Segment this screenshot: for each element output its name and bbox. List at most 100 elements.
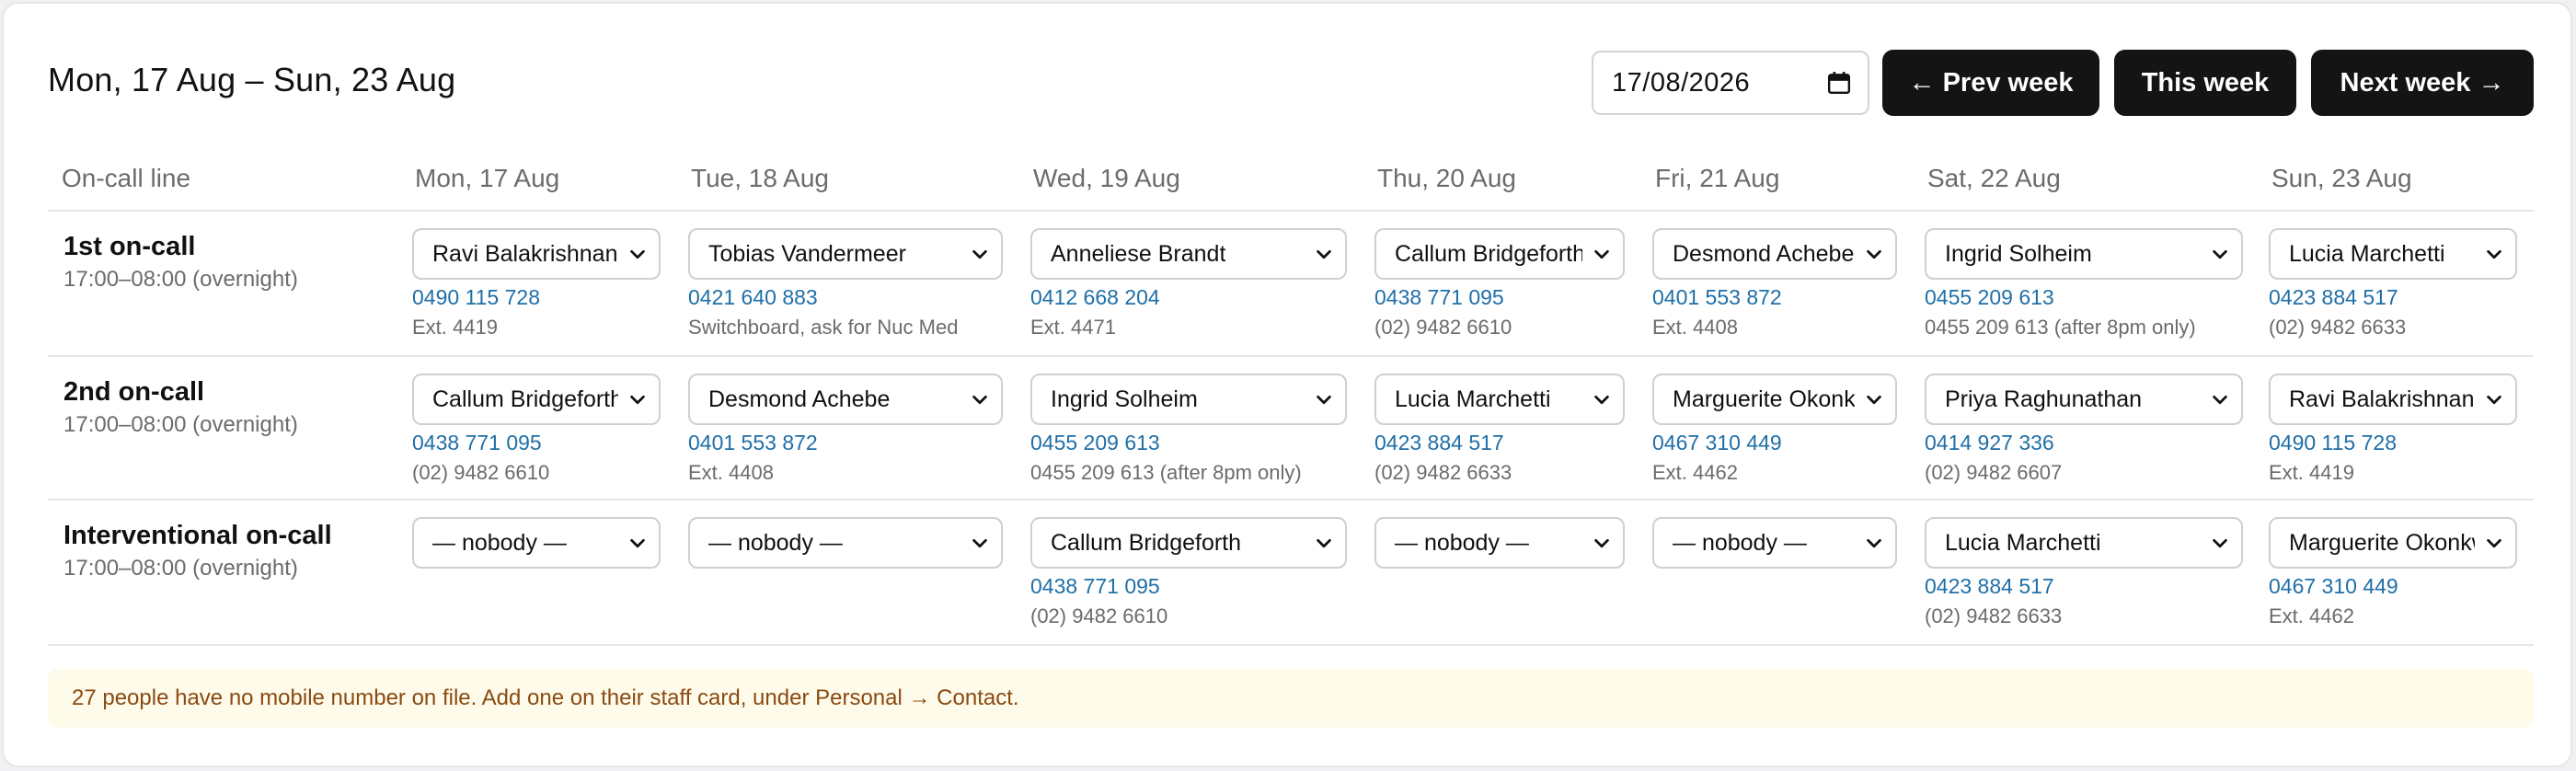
- assignee-contact-note: Ext. 4462: [1652, 461, 1738, 484]
- column-header-day: Wed, 19 Aug: [1033, 164, 1180, 192]
- assignee-select[interactable]: Tobias Vandermeer: [688, 228, 1003, 280]
- assignee-select[interactable]: Marguerite Okonkwo: [2269, 517, 2517, 569]
- assignee-mobile-link[interactable]: 0490 115 728: [412, 285, 540, 310]
- assignee-mobile-link[interactable]: 0414 927 336: [1925, 431, 2054, 455]
- week-range-title: Mon, 17 Aug – Sun, 23 Aug: [48, 61, 456, 98]
- assignee-mobile-link[interactable]: 0423 884 517: [1374, 431, 1504, 455]
- assignee-mobile-link[interactable]: 0438 771 095: [1374, 285, 1504, 310]
- assignee-select[interactable]: Lucia Marchetti: [2269, 228, 2517, 280]
- assignee-selected-value: Callum Bridgeforth: [1395, 240, 1582, 267]
- chevron-down-icon: [972, 249, 987, 259]
- assignee-mobile-link[interactable]: 0438 771 095: [1030, 574, 1160, 599]
- assignee-select[interactable]: Ingrid Solheim: [1925, 228, 2243, 280]
- divider: [48, 355, 2534, 357]
- assignee-select[interactable]: Ravi Balakrishnan: [2269, 374, 2517, 425]
- assignee-contact-note: (02) 9482 6633: [2269, 316, 2407, 339]
- assignee-selected-value: Anneliese Brandt: [1051, 240, 1226, 267]
- chevron-down-icon: [630, 395, 645, 405]
- assignee-selected-value: Lucia Marchetti: [1945, 529, 2101, 556]
- assignee-selected-value: Marguerite Okonkwo: [2289, 529, 2475, 556]
- chevron-down-icon: [1317, 538, 1331, 548]
- assignee-selected-value: Ingrid Solheim: [1051, 386, 1198, 412]
- assignee-select[interactable]: Callum Bridgeforth: [412, 374, 661, 425]
- roster-card: Mon, 17 Aug – Sun, 23 Aug 17/08/2026 ← P…: [2, 2, 2572, 767]
- assignee-selected-value: — nobody —: [432, 529, 567, 556]
- assignee-select[interactable]: — nobody —: [1374, 517, 1625, 569]
- assignee-select[interactable]: Callum Bridgeforth: [1374, 228, 1625, 280]
- assignee-mobile-link[interactable]: 0455 209 613: [1925, 285, 2054, 310]
- assignee-select[interactable]: — nobody —: [688, 517, 1003, 569]
- assignee-select[interactable]: Lucia Marchetti: [1925, 517, 2243, 569]
- assignee-select[interactable]: Lucia Marchetti: [1374, 374, 1625, 425]
- on-call-line-name: 1st on-call: [63, 232, 196, 261]
- prev-week-button[interactable]: ← Prev week: [1882, 50, 2099, 116]
- chevron-down-icon: [1867, 538, 1881, 548]
- assignee-mobile-link[interactable]: 0421 640 883: [688, 285, 818, 310]
- assignee-select[interactable]: — nobody —: [412, 517, 661, 569]
- assignee-contact-note: (02) 9482 6633: [1925, 604, 2063, 627]
- assignee-select[interactable]: Desmond Achebe: [1652, 228, 1897, 280]
- assignee-selected-value: Lucia Marchetti: [2289, 240, 2445, 267]
- chevron-down-icon: [972, 538, 987, 548]
- assignee-selected-value: Marguerite Okonkwo: [1673, 386, 1855, 412]
- assignee-select[interactable]: Desmond Achebe: [688, 374, 1003, 425]
- assignee-select[interactable]: Priya Raghunathan: [1925, 374, 2243, 425]
- chevron-down-icon: [1317, 395, 1331, 405]
- assignee-contact-note: Ext. 4408: [688, 461, 774, 484]
- this-week-button[interactable]: This week: [2114, 50, 2296, 116]
- next-week-button[interactable]: Next week →: [2311, 50, 2534, 116]
- assignee-selected-value: Callum Bridgeforth: [1051, 529, 1242, 556]
- assignee-select[interactable]: Ingrid Solheim: [1030, 374, 1347, 425]
- assignee-contact-note: Ext. 4419: [2269, 461, 2354, 484]
- column-header-day: Tue, 18 Aug: [691, 164, 829, 192]
- assignee-mobile-link[interactable]: 0401 553 872: [688, 431, 818, 455]
- assignee-mobile-link[interactable]: 0490 115 728: [2269, 431, 2397, 455]
- assignee-contact-note: (02) 9482 6607: [1925, 461, 2063, 484]
- assignee-mobile-link[interactable]: 0401 553 872: [1652, 285, 1782, 310]
- assignee-select[interactable]: Anneliese Brandt: [1030, 228, 1347, 280]
- assignee-contact-note: (02) 9482 6610: [1030, 604, 1168, 627]
- column-header-day: Mon, 17 Aug: [415, 164, 560, 192]
- chevron-down-icon: [630, 538, 645, 548]
- assignee-select[interactable]: Ravi Balakrishnan: [412, 228, 661, 280]
- chevron-down-icon: [1594, 538, 1609, 548]
- assignee-selected-value: Ravi Balakrishnan: [432, 240, 618, 267]
- week-date-input[interactable]: 17/08/2026: [1592, 51, 1869, 115]
- assignee-contact-note: Ext. 4408: [1652, 316, 1738, 339]
- assignee-select[interactable]: — nobody —: [1652, 517, 1897, 569]
- chevron-down-icon: [1867, 395, 1881, 405]
- assignee-mobile-link[interactable]: 0467 310 449: [2269, 574, 2398, 599]
- chevron-down-icon: [972, 395, 987, 405]
- assignee-selected-value: — nobody —: [708, 529, 843, 556]
- column-header-day: Fri, 21 Aug: [1655, 164, 1780, 192]
- assignee-mobile-link[interactable]: 0423 884 517: [1925, 574, 2054, 599]
- on-call-line-name: Interventional on-call: [63, 521, 332, 550]
- assignee-mobile-link[interactable]: 0455 209 613: [1030, 431, 1160, 455]
- assignee-selected-value: Desmond Achebe: [1673, 240, 1855, 267]
- assignee-contact-note: (02) 9482 6610: [1374, 316, 1512, 339]
- column-header-day: Sun, 23 Aug: [2271, 164, 2412, 192]
- date-value: 17/08/2026: [1612, 67, 1751, 98]
- assignee-contact-note: (02) 9482 6633: [1374, 461, 1512, 484]
- assignee-selected-value: Callum Bridgeforth: [432, 386, 618, 412]
- divider: [48, 644, 2534, 646]
- column-header-day: Sat, 22 Aug: [1927, 164, 2061, 192]
- chevron-down-icon: [1594, 249, 1609, 259]
- assignee-select[interactable]: Marguerite Okonkwo: [1652, 374, 1897, 425]
- on-call-line-hours: 17:00–08:00 (overnight): [63, 267, 298, 292]
- calendar-icon[interactable]: [1827, 71, 1851, 95]
- assignee-contact-note: 0455 209 613 (after 8pm only): [1925, 316, 2196, 339]
- assignee-mobile-link[interactable]: 0412 668 204: [1030, 285, 1160, 310]
- assignee-selected-value: Ravi Balakrishnan: [2289, 386, 2475, 412]
- assignee-mobile-link[interactable]: 0423 884 517: [2269, 285, 2398, 310]
- assignee-selected-value: Desmond Achebe: [708, 386, 891, 412]
- assignee-mobile-link[interactable]: 0467 310 449: [1652, 431, 1782, 455]
- on-call-line-hours: 17:00–08:00 (overnight): [63, 556, 298, 581]
- assignee-mobile-link[interactable]: 0438 771 095: [412, 431, 542, 455]
- chevron-down-icon: [1317, 249, 1331, 259]
- assignee-select[interactable]: Callum Bridgeforth: [1030, 517, 1347, 569]
- chevron-down-icon: [1867, 249, 1881, 259]
- assignee-contact-note: (02) 9482 6610: [412, 461, 550, 484]
- assignee-contact-note: Ext. 4471: [1030, 316, 1116, 339]
- chevron-down-icon: [630, 249, 645, 259]
